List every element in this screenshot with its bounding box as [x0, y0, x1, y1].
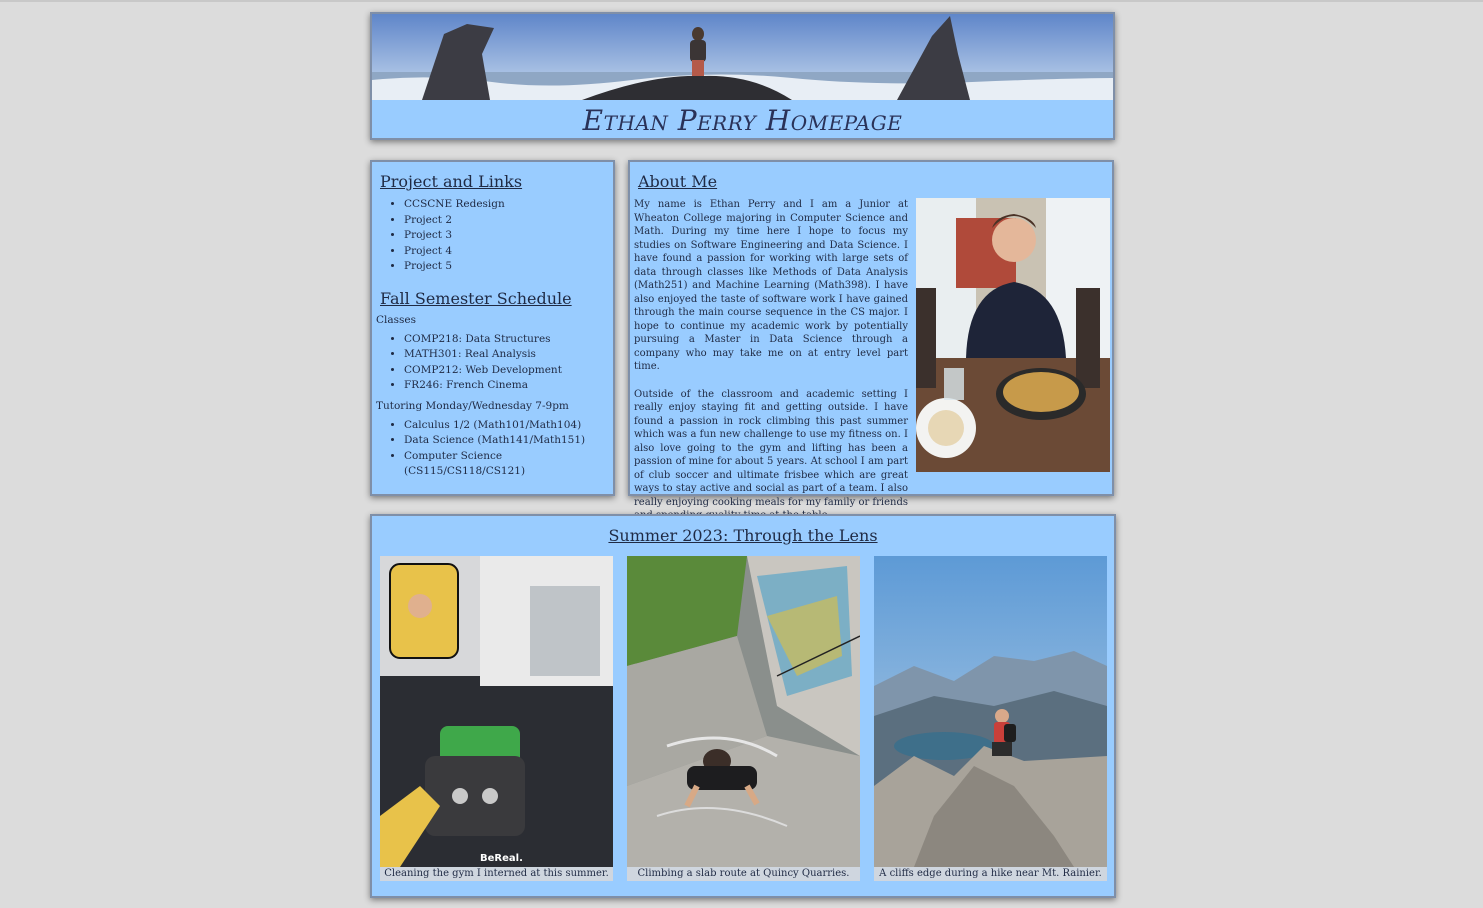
project-link[interactable]: Project 5	[404, 259, 609, 275]
bereal-watermark: BeReal.	[480, 853, 523, 864]
project-link[interactable]: CCSCNE Redesign	[404, 197, 609, 213]
summer-panel: Summer 2023: Through the Lens BeReal. Cl…	[370, 514, 1116, 898]
tutoring-item: Computer Science (CS115/CS118/CS121)	[404, 449, 609, 480]
about-text: My name is Ethan Perry and I am a Junior…	[634, 198, 908, 537]
projects-panel: Project and Links CCSCNE Redesign Projec…	[370, 160, 615, 496]
hike-photo	[874, 556, 1107, 867]
projects-list: CCSCNE Redesign Project 2 Project 3 Proj…	[376, 197, 609, 275]
class-item: MATH301: Real Analysis	[404, 347, 609, 363]
projects-heading: Project and Links	[380, 172, 523, 191]
photo-caption: A cliffs edge during a hike near Mt. Rai…	[874, 867, 1107, 881]
about-paragraph: My name is Ethan Perry and I am a Junior…	[634, 199, 908, 372]
tutoring-item: Calculus 1/2 (Math101/Math104)	[404, 418, 609, 434]
project-link[interactable]: Project 3	[404, 228, 609, 244]
climbing-photo	[627, 556, 860, 867]
about-panel: About Me My name is Ethan Perry and I am…	[628, 160, 1114, 521]
tutoring-label: Tutoring Monday/Wednesday 7-9pm	[376, 399, 569, 412]
gallery-photo-climbing: Climbing a slab route at Quincy Quarries…	[627, 556, 860, 882]
summer-heading: Summer 2023: Through the Lens	[608, 526, 878, 545]
tutoring-list: Calculus 1/2 (Math101/Math104) Data Scie…	[376, 418, 609, 480]
photo-gallery: BeReal. Cleaning the gym I interned at t…	[380, 556, 1107, 882]
class-item: COMP212: Web Development	[404, 363, 609, 379]
site-title: Ethan Perry Homepage	[582, 104, 903, 137]
gym-photo: BeReal.	[380, 556, 613, 867]
banner-image	[372, 14, 1113, 100]
classes-list: COMP218: Data Structures MATH301: Real A…	[376, 332, 609, 394]
about-heading: About Me	[638, 172, 718, 191]
gallery-photo-gym: BeReal. Cleaning the gym I interned at t…	[380, 556, 613, 882]
classes-label: Classes	[376, 313, 417, 326]
photo-caption: Cleaning the gym I interned at this summ…	[380, 867, 613, 881]
class-item: FR246: French Cinema	[404, 378, 609, 394]
project-link[interactable]: Project 4	[404, 244, 609, 260]
tutoring-item: Data Science (Math141/Math151)	[404, 433, 609, 449]
about-paragraph: Outside of the classroom and academic se…	[634, 388, 908, 522]
header-panel: Ethan Perry Homepage	[370, 12, 1115, 140]
portrait-photo	[916, 198, 1110, 472]
class-item: COMP218: Data Structures	[404, 332, 609, 348]
project-link[interactable]: Project 2	[404, 213, 609, 229]
photo-caption: Climbing a slab route at Quincy Quarries…	[627, 867, 860, 881]
schedule-heading: Fall Semester Schedule	[380, 288, 572, 308]
gallery-photo-hike: A cliffs edge during a hike near Mt. Rai…	[874, 556, 1107, 882]
